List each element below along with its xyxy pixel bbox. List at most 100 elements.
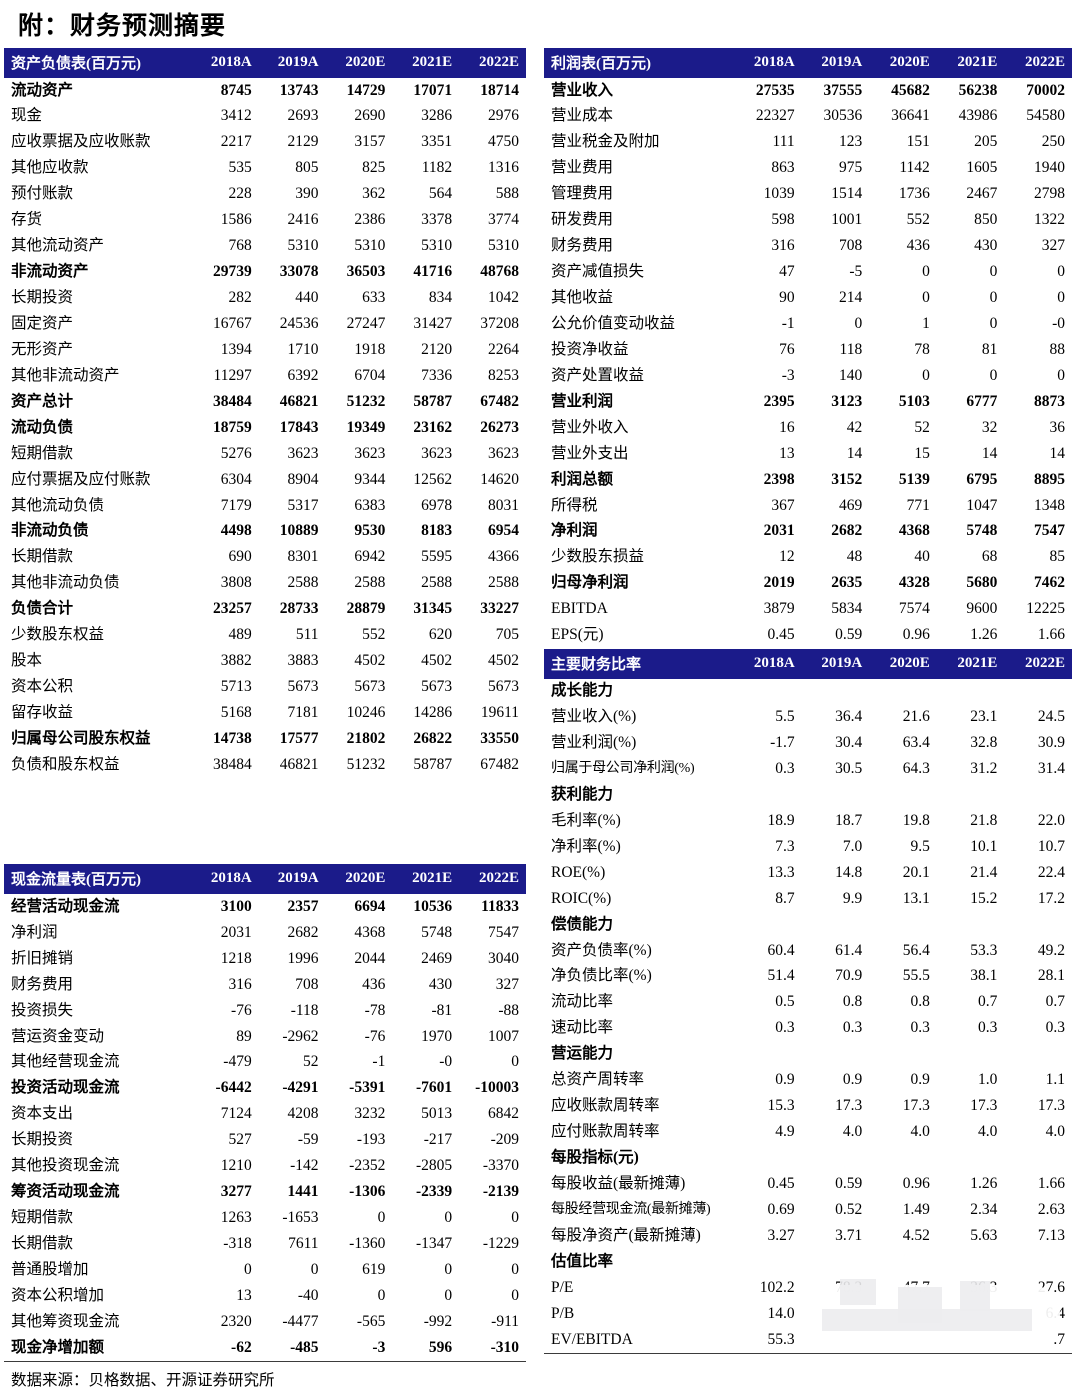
row-value: 5673 <box>421 678 453 696</box>
table-row: 长期投资 527 -59 -193 -217 -209 <box>4 1128 526 1154</box>
row-label: 负债合计 <box>11 600 74 618</box>
row-label: 营业利润(%) <box>551 734 637 751</box>
row-label: 净利润 <box>551 522 598 540</box>
row-value: 14 <box>1049 444 1066 462</box>
row-value: 3040 <box>488 949 519 967</box>
row-value: 3883 <box>287 652 319 670</box>
table-row: 净利率(%) 7.3 7.0 9.5 10.1 10.7 <box>544 834 1072 860</box>
row-value: 42 <box>846 418 863 436</box>
table-row: 其他流动资产 768 5310 5310 5310 5310 <box>4 234 526 260</box>
row-value: 5680 <box>966 574 998 592</box>
row-value: 16767 <box>212 314 252 332</box>
row-value: 140 <box>838 366 863 384</box>
row-value: 1182 <box>421 159 453 177</box>
row-value: 1918 <box>354 340 386 358</box>
table-row: 股本 3882 3883 4502 4502 4502 <box>4 649 526 675</box>
row-value: 17.2 <box>1037 889 1065 907</box>
row-value: -3 <box>325 1335 393 1363</box>
table-row: 营业外支出 13 14 15 14 14 <box>544 441 1072 467</box>
row-value: 3879 <box>763 600 795 618</box>
row-value: 22.0 <box>1037 811 1065 829</box>
row-value: 390 <box>295 185 319 203</box>
row-label: 流动负债 <box>11 418 74 436</box>
table-row: 其他应收款 535 805 825 1182 1316 <box>4 156 526 182</box>
row-value: -479 <box>223 1053 252 1071</box>
row-value: 1322 <box>1034 211 1065 229</box>
row-value: 26273 <box>480 418 519 436</box>
row-value: -310 <box>459 1335 526 1363</box>
row-value: 2.34 <box>970 1200 998 1218</box>
row-label: 预付账款 <box>11 185 74 203</box>
row-value: 705 <box>495 626 519 644</box>
row-value: 4328 <box>898 574 930 592</box>
row-value: 36.3 <box>970 1278 998 1296</box>
row-value: 56.4 <box>902 941 930 959</box>
row-value <box>1004 1042 1072 1068</box>
row-value: 0 <box>989 366 998 384</box>
table-row: 应收账款周转率 15.3 17.3 17.3 17.3 17.3 <box>544 1094 1072 1120</box>
row-value: 1.66 <box>1037 1174 1065 1192</box>
row-value: 1394 <box>220 340 252 358</box>
row-label: 资本公积 <box>11 678 74 696</box>
row-label: P/B <box>551 1304 575 1322</box>
row-value: -40 <box>297 1286 319 1304</box>
table-gap-spacer <box>4 778 526 864</box>
table-row: 每股指标(元) <box>544 1146 1072 1172</box>
table-header-row: 主要财务比率 2018A 2019A 2020E 2021E 2022E <box>544 648 1072 679</box>
row-label: 财务费用 <box>551 237 614 255</box>
row-value: 51.4 <box>767 967 795 985</box>
row-value: 3774 <box>488 211 519 229</box>
row-value <box>869 912 937 938</box>
row-label: 速动比率 <box>551 1019 614 1037</box>
row-value: 21.6 <box>902 708 930 726</box>
row-value: 552 <box>906 211 930 229</box>
row-value: 0 <box>511 1053 519 1071</box>
table-row: 流动比率 0.5 0.8 0.8 0.7 0.7 <box>544 990 1072 1016</box>
table-row: 资本公积增加 13 -40 0 0 0 <box>4 1283 526 1309</box>
row-label: 应付票据及应付账款 <box>11 470 151 488</box>
row-label: 营业外支出 <box>551 444 629 462</box>
row-value: 27247 <box>346 314 386 332</box>
row-value: 22.4 <box>1037 863 1065 881</box>
row-value: 1039 <box>763 185 795 203</box>
row-value: 0.45 <box>767 1174 795 1192</box>
row-value: -2805 <box>415 1157 453 1175</box>
column-header-2021e: 2021E <box>392 864 460 895</box>
row-label: 营业成本 <box>551 107 614 125</box>
balance-sheet-header: 资产负债表(百万元) 2018A 2019A 2020E 2021E 2022E <box>4 48 526 78</box>
income-statement-table-wrap: 利润表(百万元) 2018A 2019A 2020E 2021E 2022E 营… <box>544 48 1072 649</box>
row-value: 31427 <box>413 314 453 332</box>
table-row: 短期借款 1263 -1653 0 0 0 <box>4 1206 526 1232</box>
row-value: 527 <box>228 1131 252 1149</box>
left-column: 资产负债表(百万元) 2018A 2019A 2020E 2021E 2022E… <box>0 48 540 1390</box>
row-value: 863 <box>771 159 795 177</box>
table-row: 净利润 2031 2682 4368 5748 7547 <box>4 920 526 946</box>
row-value: 53.3 <box>970 941 998 959</box>
table-row: 毛利率(%) 18.9 18.7 19.8 21.8 22.0 <box>544 808 1072 834</box>
column-header-2021e: 2021E <box>392 48 460 78</box>
row-value: -78 <box>364 1001 386 1019</box>
row-value: 771 <box>906 496 930 514</box>
row-label: 流动比率 <box>551 993 614 1011</box>
table-row: 长期借款 -318 7611 -1360 -1347 -1229 <box>4 1232 526 1258</box>
row-value: 2386 <box>354 211 386 229</box>
row-value <box>937 1301 1005 1327</box>
row-value: 23.1 <box>970 708 998 726</box>
column-header-2022e: 2022E <box>1004 648 1072 679</box>
row-value: 17071 <box>413 81 453 99</box>
table-row: 应收票据及应收账款 2217 2129 3157 3351 4750 <box>4 130 526 156</box>
row-value <box>936 1327 1005 1355</box>
row-label: EV/EBITDA <box>544 1327 735 1355</box>
row-value: -1653 <box>282 1209 319 1227</box>
table-row: ROIC(%) 8.7 9.9 13.1 15.2 17.2 <box>544 886 1072 912</box>
row-value: -1360 <box>349 1235 386 1252</box>
balance-sheet-table-wrap: 资产负债表(百万元) 2018A 2019A 2020E 2021E 2022E… <box>4 48 526 778</box>
row-value: 17.3 <box>970 1097 998 1115</box>
row-value: 440 <box>295 289 319 306</box>
row-value: 0.7 <box>1045 993 1065 1011</box>
table-row: 普通股增加 0 0 619 0 0 <box>4 1257 526 1283</box>
row-value: 76 <box>779 340 795 358</box>
row-value: 0 <box>1057 366 1065 384</box>
row-label: 其他筹资现金流 <box>11 1312 120 1330</box>
row-value: 1042 <box>488 289 519 306</box>
